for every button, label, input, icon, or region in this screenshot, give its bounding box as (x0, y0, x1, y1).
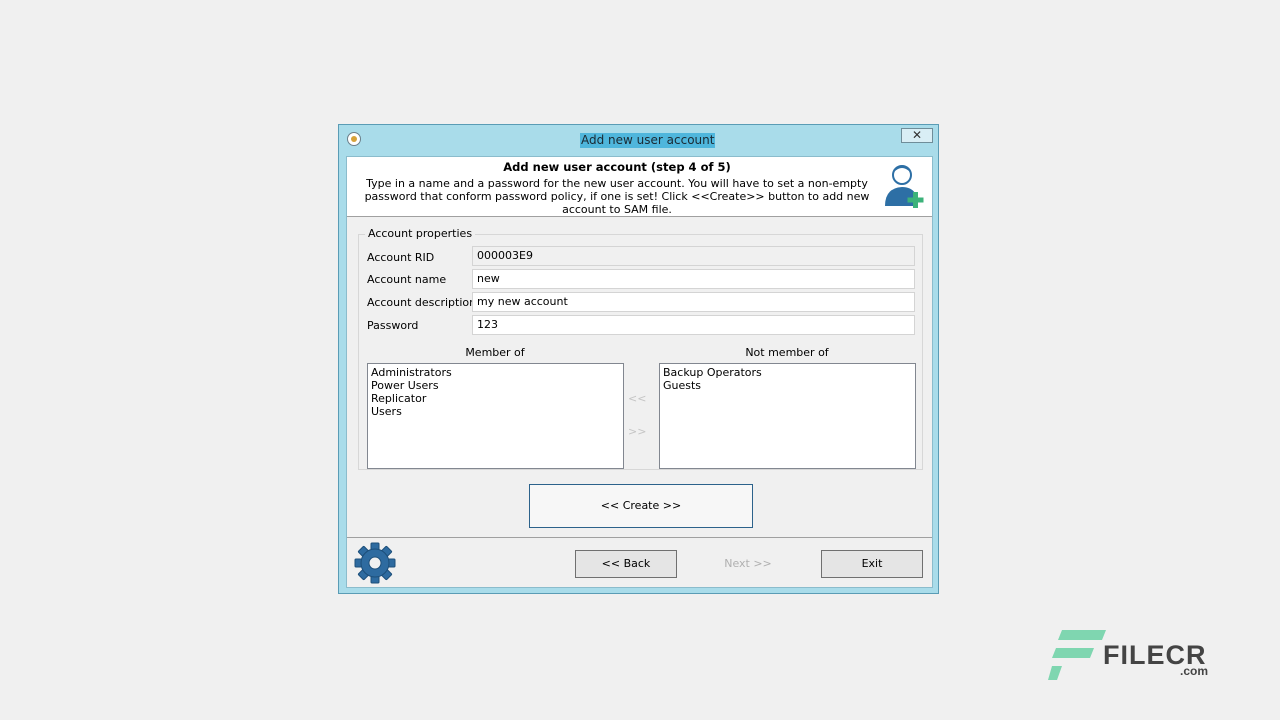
account-rid-label: Account RID (367, 251, 435, 264)
title-bar[interactable]: Add new user account ✕ (339, 125, 938, 155)
watermark-suffix: .com (1180, 664, 1209, 678)
list-item[interactable]: Backup Operators (663, 366, 915, 379)
account-description-field[interactable]: my new account (472, 292, 915, 312)
wizard-step-description: Type in a name and a password for the ne… (364, 177, 870, 216)
remove-from-group-button[interactable]: >> (628, 425, 646, 438)
account-name-label: Account name (367, 273, 447, 286)
wizard-header: Add new user account (step 4 of 5) Type … (347, 157, 932, 217)
member-of-list[interactable]: Administrators Power Users Replicator Us… (367, 363, 624, 469)
not-member-of-label: Not member of (745, 346, 829, 359)
list-item[interactable]: Replicator (371, 392, 623, 405)
footer-divider (347, 537, 932, 538)
wizard-step-title: Add new user account (step 4 of 5) (503, 160, 731, 174)
user-add-icon (885, 165, 924, 208)
list-item[interactable]: Administrators (371, 366, 623, 379)
not-member-of-list[interactable]: Backup Operators Guests (659, 363, 916, 469)
add-to-group-button[interactable]: << (628, 392, 646, 405)
exit-button[interactable]: Exit (821, 550, 923, 578)
account-rid-field: 000003E9 (472, 246, 915, 266)
gear-icon (354, 542, 396, 584)
account-properties-label: Account properties (365, 227, 476, 240)
account-name-field[interactable]: new (472, 269, 915, 289)
list-item[interactable]: Guests (663, 379, 915, 392)
dialog-client-area: Add new user account (step 4 of 5) Type … (346, 156, 933, 588)
password-label: Password (367, 319, 419, 332)
add-user-dialog: Add new user account ✕ Add new user acco… (338, 124, 939, 594)
window-title: Add new user account (580, 133, 716, 148)
account-description-label: Account description (367, 296, 477, 309)
list-item[interactable]: Users (371, 405, 623, 418)
close-button[interactable]: ✕ (901, 128, 933, 143)
list-item[interactable]: Power Users (371, 379, 623, 392)
password-field[interactable]: 123 (472, 315, 915, 335)
member-of-label: Member of (465, 346, 525, 359)
create-button[interactable]: << Create >> (529, 484, 753, 528)
back-button[interactable]: << Back (575, 550, 677, 578)
app-icon (347, 132, 361, 146)
next-button: Next >> (724, 557, 772, 570)
